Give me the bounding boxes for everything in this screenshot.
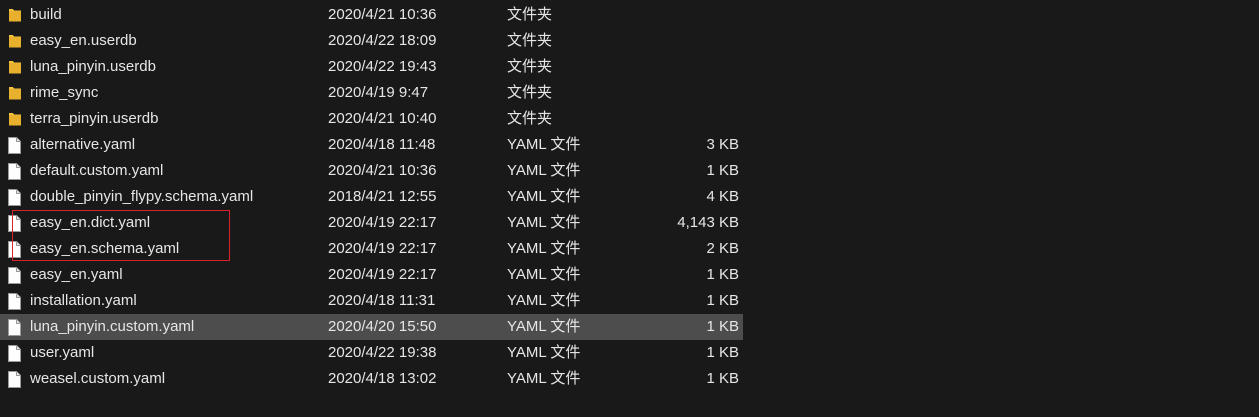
modified-date: 2020/4/22 19:38 xyxy=(328,344,437,361)
file-row[interactable]: user.yaml 2020/4/22 19:38 YAML 文件 1 KB xyxy=(0,340,743,366)
file-type: 文件夹 xyxy=(507,32,553,49)
folder-icon xyxy=(8,85,22,102)
file-name[interactable]: easy_en.userdb xyxy=(30,28,137,54)
folder-icon xyxy=(8,111,22,128)
modified-date: 2020/4/19 9:47 xyxy=(328,84,429,101)
file-name[interactable]: default.custom.yaml xyxy=(30,158,163,184)
file-row[interactable]: easy_en.yaml 2020/4/19 22:17 YAML 文件 1 KB xyxy=(0,262,743,288)
folder-row[interactable]: easy_en.userdb 2020/4/22 18:09 文件夹 xyxy=(0,28,743,54)
file-type: YAML 文件 xyxy=(507,136,581,153)
file-icon xyxy=(8,163,22,180)
file-row[interactable]: alternative.yaml 2020/4/18 11:48 YAML 文件 3 … xyxy=(0,132,743,158)
file-name[interactable]: luna_pinyin.custom.yaml xyxy=(30,314,194,340)
file-type: YAML 文件 xyxy=(507,188,581,205)
file-name[interactable]: weasel.custom.yaml xyxy=(30,366,165,392)
file-name[interactable]: double_pinyin_flypy.schema.yaml xyxy=(30,184,253,210)
modified-date: 2020/4/21 10:36 xyxy=(328,162,437,179)
file-type: 文件夹 xyxy=(507,84,553,101)
file-icon xyxy=(8,241,22,258)
file-row[interactable]: easy_en.dict.yaml 2020/4/19 22:17 YAML 文件 4… xyxy=(0,210,743,236)
file-type: YAML 文件 xyxy=(507,162,581,179)
modified-date: 2020/4/19 22:17 xyxy=(328,266,437,283)
modified-date: 2020/4/22 19:43 xyxy=(328,58,437,75)
folder-icon xyxy=(8,7,22,24)
file-size: 4,143 KB xyxy=(677,214,739,231)
file-size: 1 KB xyxy=(706,318,739,335)
file-name[interactable]: easy_en.yaml xyxy=(30,262,123,288)
file-icon xyxy=(8,215,22,232)
modified-date: 2020/4/21 10:40 xyxy=(328,110,437,127)
file-type: YAML 文件 xyxy=(507,240,581,257)
file-size: 1 KB xyxy=(706,292,739,309)
modified-date: 2020/4/18 11:31 xyxy=(328,292,436,309)
modified-date: 2020/4/19 22:17 xyxy=(328,240,437,257)
folder-row[interactable]: luna_pinyin.userdb 2020/4/22 19:43 文件夹 xyxy=(0,54,743,80)
file-icon xyxy=(8,267,22,284)
file-name[interactable]: alternative.yaml xyxy=(30,132,135,158)
modified-date: 2018/4/21 12:55 xyxy=(328,188,437,205)
file-name[interactable]: rime_sync xyxy=(30,80,98,106)
folder-row[interactable]: terra_pinyin.userdb 2020/4/21 10:40 文件夹 xyxy=(0,106,743,132)
file-type: 文件夹 xyxy=(507,58,553,75)
file-icon xyxy=(8,189,22,206)
modified-date: 2020/4/20 15:50 xyxy=(328,318,437,335)
modified-date: 2020/4/19 22:17 xyxy=(328,214,437,231)
file-icon xyxy=(8,371,22,388)
file-icon xyxy=(8,137,22,154)
folder-icon xyxy=(8,59,22,76)
file-list: build 2020/4/21 10:36 文件夹 easy_en.userdb 202… xyxy=(0,2,760,392)
folder-row[interactable]: rime_sync 2020/4/19 9:47 文件夹 xyxy=(0,80,743,106)
file-size: 1 KB xyxy=(706,162,739,179)
file-type: YAML 文件 xyxy=(507,370,581,387)
file-size: 1 KB xyxy=(706,344,739,361)
file-size: 4 KB xyxy=(706,188,739,205)
file-row[interactable]: easy_en.schema.yaml 2020/4/19 22:17 YAML 文… xyxy=(0,236,743,262)
file-name[interactable]: luna_pinyin.userdb xyxy=(30,54,156,80)
modified-date: 2020/4/22 18:09 xyxy=(328,32,437,49)
file-icon xyxy=(8,345,22,362)
file-name[interactable]: user.yaml xyxy=(30,340,94,366)
file-row[interactable]: weasel.custom.yaml 2020/4/18 13:02 YAML 文件… xyxy=(0,366,743,392)
file-type: YAML 文件 xyxy=(507,318,581,335)
file-icon xyxy=(8,319,22,336)
file-type: YAML 文件 xyxy=(507,292,581,309)
file-row[interactable]: installation.yaml 2020/4/18 11:31 YAML 文件 1… xyxy=(0,288,743,314)
file-name[interactable]: installation.yaml xyxy=(30,288,137,314)
file-type: 文件夹 xyxy=(507,6,553,23)
file-size: 1 KB xyxy=(706,370,739,387)
file-type: YAML 文件 xyxy=(507,344,581,361)
file-row[interactable]: default.custom.yaml 2020/4/21 10:36 YAML 文… xyxy=(0,158,743,184)
file-row[interactable]: luna_pinyin.custom.yaml 2020/4/20 15:50 YA… xyxy=(0,314,743,340)
modified-date: 2020/4/21 10:36 xyxy=(328,6,437,23)
file-row[interactable]: double_pinyin_flypy.schema.yaml 2018/4/21… xyxy=(0,184,743,210)
file-type: YAML 文件 xyxy=(507,266,581,283)
file-icon xyxy=(8,293,22,310)
file-name[interactable]: easy_en.dict.yaml xyxy=(30,210,150,236)
file-size: 2 KB xyxy=(706,240,739,257)
folder-row[interactable]: build 2020/4/21 10:36 文件夹 xyxy=(0,2,743,28)
file-name[interactable]: terra_pinyin.userdb xyxy=(30,106,158,132)
file-name[interactable]: build xyxy=(30,2,62,28)
file-type: 文件夹 xyxy=(507,110,553,127)
folder-icon xyxy=(8,33,22,50)
file-name[interactable]: easy_en.schema.yaml xyxy=(30,236,179,262)
file-type: YAML 文件 xyxy=(507,214,581,231)
file-size: 3 KB xyxy=(706,136,739,153)
modified-date: 2020/4/18 11:48 xyxy=(328,136,436,153)
modified-date: 2020/4/18 13:02 xyxy=(328,370,437,387)
file-size: 1 KB xyxy=(706,266,739,283)
